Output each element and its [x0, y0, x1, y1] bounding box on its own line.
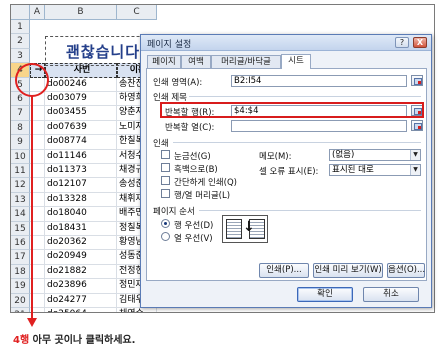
pointer-line: [31, 96, 33, 322]
comments-select[interactable]: (없음) ▼: [329, 149, 421, 161]
cols-to-repeat-input[interactable]: [231, 120, 407, 132]
group-divider: [189, 96, 421, 97]
black-white-checkbox[interactable]: [161, 163, 170, 172]
cell-employee-id[interactable]: do03455: [45, 106, 117, 121]
dialog-titlebar[interactable]: 페이지 설정 ? X: [141, 35, 431, 51]
row-header-2[interactable]: 2: [11, 34, 30, 49]
instruction-caption: 4행 아무 곳이나 클릭하세요.: [13, 331, 135, 346]
row-header-10[interactable]: 10: [11, 149, 30, 164]
page-order-group-label: 페이지 순서: [153, 207, 195, 217]
cell-employee-id[interactable]: do00246: [45, 77, 117, 92]
page-icon: [226, 219, 242, 239]
gridlines-checkbox[interactable]: [161, 150, 170, 159]
cell-employee-name[interactable]: 채영수: [117, 308, 157, 312]
print-area-collapse-icon[interactable]: [411, 75, 423, 86]
row-header-8[interactable]: 8: [11, 120, 30, 136]
options-button[interactable]: 옵션(O)...: [387, 263, 425, 278]
page-order-preview-icon: ↓: [222, 215, 268, 243]
print-group-label: 인쇄: [153, 139, 169, 149]
tab-sheet[interactable]: 시트: [281, 54, 311, 69]
select-all-corner[interactable]: [11, 5, 30, 20]
cell-employee-id[interactable]: do18040: [45, 207, 117, 222]
cell-employee-id[interactable]: do13328: [45, 192, 117, 208]
row-header-7[interactable]: 7: [11, 106, 30, 121]
rows-to-repeat-highlight: [160, 102, 424, 118]
cell-employee-id[interactable]: do20362: [45, 236, 117, 251]
row-header-18[interactable]: 18: [11, 264, 30, 280]
caption-row-number: 4행: [13, 335, 30, 346]
cell-employee-id[interactable]: do21882: [45, 264, 117, 280]
row-header-11[interactable]: 11: [11, 164, 30, 179]
comments-value: (없음): [332, 150, 355, 160]
cell-employee-id[interactable]: do11373: [45, 164, 117, 179]
help-button[interactable]: ?: [395, 37, 409, 48]
cols-to-repeat-label: 반복할 열(C):: [165, 123, 215, 133]
pointer-arrow-icon: [27, 318, 37, 327]
caption-text: 아무 곳이나 클릭하세요.: [29, 335, 136, 346]
print-preview-button[interactable]: 인쇄 미리 보기(W): [313, 263, 383, 278]
gridlines-label: 눈금선(G): [174, 152, 211, 162]
cell-employee-id[interactable]: do12107: [45, 178, 117, 193]
cell-errors-value: 표시된 대로: [332, 165, 374, 175]
row-col-headings-checkbox[interactable]: [161, 189, 170, 198]
sheet-title: 괜찮습니다: [66, 43, 141, 61]
cell-employee-id[interactable]: do24277: [45, 293, 117, 308]
comments-label: 메모(M):: [259, 152, 292, 162]
draft-quality-checkbox[interactable]: [161, 176, 170, 185]
row-header-19[interactable]: 19: [11, 279, 30, 294]
dialog-title: 페이지 설정: [147, 40, 192, 50]
print-area-input[interactable]: B2:I54: [231, 75, 407, 87]
cell-employee-id[interactable]: do25064: [45, 308, 117, 312]
black-white-label: 흑백으로(B): [174, 165, 218, 175]
cell-employee-id[interactable]: do18431: [45, 221, 117, 236]
ok-button[interactable]: 확인: [297, 287, 353, 302]
row-header-12[interactable]: 12: [11, 178, 30, 193]
row-header-15[interactable]: 15: [11, 221, 30, 236]
row-header-3[interactable]: 3: [11, 48, 30, 64]
tab-page[interactable]: 페이지: [147, 55, 181, 69]
row-header-1[interactable]: 1: [11, 20, 30, 35]
cell-employee-id[interactable]: do20949: [45, 250, 117, 265]
column-header-a[interactable]: A: [30, 5, 45, 20]
print-area-label: 인쇄 영역(A):: [153, 78, 203, 88]
cancel-button[interactable]: 취소: [363, 287, 419, 302]
draft-quality-label: 간단하게 인쇄(Q): [174, 178, 237, 188]
cell-employee-id[interactable]: do23896: [45, 279, 117, 294]
row-header-20[interactable]: 20: [11, 293, 30, 308]
row-header-9[interactable]: 9: [11, 135, 30, 150]
column-header-b[interactable]: B: [45, 5, 117, 20]
row-header-16[interactable]: 16: [11, 236, 30, 251]
tab-margins[interactable]: 여백: [181, 55, 211, 69]
row-header-13[interactable]: 13: [11, 192, 30, 208]
down-then-over-label: 행 우선(D): [174, 221, 214, 231]
close-button[interactable]: X: [413, 37, 427, 48]
group-divider: [173, 142, 421, 143]
over-then-down-label: 열 우선(V): [174, 234, 213, 244]
page-setup-dialog: 페이지 설정 ? X 페이지 여백 머리글/바닥글 시트 인쇄 영역(A): B…: [140, 34, 432, 308]
row-col-headings-label: 행/열 머리글(L): [174, 191, 231, 201]
column-header-c[interactable]: C: [117, 5, 157, 20]
cols-to-repeat-collapse-icon[interactable]: [411, 120, 423, 131]
group-divider: [199, 210, 421, 211]
down-then-over-radio[interactable]: [161, 219, 170, 228]
row-header-21[interactable]: 21: [11, 308, 30, 312]
row-header-17[interactable]: 17: [11, 250, 30, 265]
tab-header-footer[interactable]: 머리글/바닥글: [211, 55, 281, 69]
cell-errors-label: 셀 오류 표시(E):: [259, 167, 319, 177]
chevron-down-icon[interactable]: ▼: [410, 150, 420, 160]
order-arrow-icon: ↓: [243, 219, 255, 235]
cell-employee-id[interactable]: do07639: [45, 120, 117, 136]
cell-employee-id[interactable]: do11146: [45, 149, 117, 164]
cell-errors-select[interactable]: 표시된 대로 ▼: [329, 164, 421, 176]
cell-employee-id[interactable]: do03079: [45, 92, 117, 107]
highlight-circle: [15, 63, 49, 97]
cell-employee-id[interactable]: do08774: [45, 135, 117, 150]
print-button[interactable]: 인쇄(P)...: [259, 263, 309, 278]
row-header-14[interactable]: 14: [11, 207, 30, 222]
sheet-tab-panel: 인쇄 영역(A): B2:I54 인쇄 제목 반복할 행(R): $4:$4 반…: [146, 68, 427, 281]
chevron-down-icon[interactable]: ▼: [410, 165, 420, 175]
over-then-down-radio[interactable]: [161, 232, 170, 241]
